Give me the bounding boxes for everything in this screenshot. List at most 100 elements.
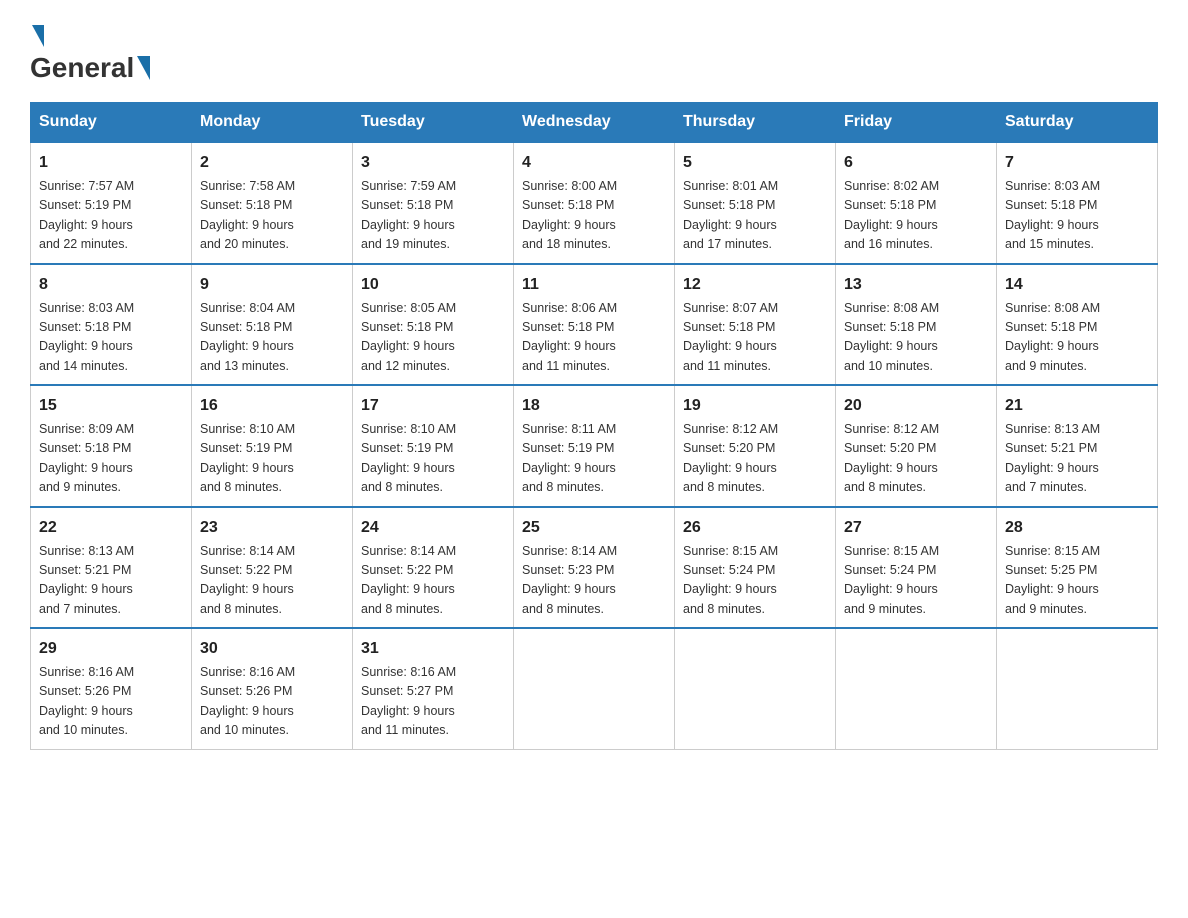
day-number: 21 <box>1005 394 1149 418</box>
calendar-day-cell: 14Sunrise: 8:08 AMSunset: 5:18 PMDayligh… <box>997 264 1158 386</box>
day-info: Sunrise: 8:14 AMSunset: 5:23 PMDaylight:… <box>522 542 666 620</box>
day-info: Sunrise: 8:12 AMSunset: 5:20 PMDaylight:… <box>683 420 827 498</box>
calendar-day-cell: 4Sunrise: 8:00 AMSunset: 5:18 PMDaylight… <box>514 142 675 264</box>
day-info: Sunrise: 8:13 AMSunset: 5:21 PMDaylight:… <box>1005 420 1149 498</box>
calendar-day-cell: 5Sunrise: 8:01 AMSunset: 5:18 PMDaylight… <box>675 142 836 264</box>
calendar-day-cell: 15Sunrise: 8:09 AMSunset: 5:18 PMDayligh… <box>31 385 192 507</box>
calendar-day-cell: 18Sunrise: 8:11 AMSunset: 5:19 PMDayligh… <box>514 385 675 507</box>
calendar-day-cell: 27Sunrise: 8:15 AMSunset: 5:24 PMDayligh… <box>836 507 997 629</box>
calendar-day-cell: 21Sunrise: 8:13 AMSunset: 5:21 PMDayligh… <box>997 385 1158 507</box>
col-header-tuesday: Tuesday <box>353 103 514 143</box>
day-info: Sunrise: 8:16 AMSunset: 5:26 PMDaylight:… <box>39 663 183 741</box>
day-number: 16 <box>200 394 344 418</box>
day-info: Sunrise: 7:57 AMSunset: 5:19 PMDaylight:… <box>39 177 183 255</box>
day-number: 23 <box>200 516 344 540</box>
day-number: 27 <box>844 516 988 540</box>
calendar-day-cell: 6Sunrise: 8:02 AMSunset: 5:18 PMDaylight… <box>836 142 997 264</box>
day-info: Sunrise: 8:08 AMSunset: 5:18 PMDaylight:… <box>844 299 988 377</box>
day-info: Sunrise: 8:14 AMSunset: 5:22 PMDaylight:… <box>361 542 505 620</box>
day-info: Sunrise: 8:14 AMSunset: 5:22 PMDaylight:… <box>200 542 344 620</box>
day-number: 26 <box>683 516 827 540</box>
day-info: Sunrise: 8:13 AMSunset: 5:21 PMDaylight:… <box>39 542 183 620</box>
day-number: 17 <box>361 394 505 418</box>
day-info: Sunrise: 8:10 AMSunset: 5:19 PMDaylight:… <box>361 420 505 498</box>
day-number: 1 <box>39 151 183 175</box>
day-info: Sunrise: 8:16 AMSunset: 5:26 PMDaylight:… <box>200 663 344 741</box>
calendar-day-cell: 29Sunrise: 8:16 AMSunset: 5:26 PMDayligh… <box>31 628 192 749</box>
calendar-day-cell: 16Sunrise: 8:10 AMSunset: 5:19 PMDayligh… <box>192 385 353 507</box>
calendar-day-cell: 20Sunrise: 8:12 AMSunset: 5:20 PMDayligh… <box>836 385 997 507</box>
day-number: 12 <box>683 273 827 297</box>
calendar-day-cell: 3Sunrise: 7:59 AMSunset: 5:18 PMDaylight… <box>353 142 514 264</box>
day-info: Sunrise: 8:03 AMSunset: 5:18 PMDaylight:… <box>1005 177 1149 255</box>
calendar-day-cell: 30Sunrise: 8:16 AMSunset: 5:26 PMDayligh… <box>192 628 353 749</box>
col-header-thursday: Thursday <box>675 103 836 143</box>
day-number: 6 <box>844 151 988 175</box>
day-number: 22 <box>39 516 183 540</box>
day-number: 9 <box>200 273 344 297</box>
day-number: 4 <box>522 151 666 175</box>
day-number: 13 <box>844 273 988 297</box>
calendar-day-cell: 9Sunrise: 8:04 AMSunset: 5:18 PMDaylight… <box>192 264 353 386</box>
day-info: Sunrise: 8:06 AMSunset: 5:18 PMDaylight:… <box>522 299 666 377</box>
day-number: 31 <box>361 637 505 661</box>
calendar-day-cell: 2Sunrise: 7:58 AMSunset: 5:18 PMDaylight… <box>192 142 353 264</box>
day-info: Sunrise: 8:11 AMSunset: 5:19 PMDaylight:… <box>522 420 666 498</box>
calendar-day-cell <box>836 628 997 749</box>
calendar-table: SundayMondayTuesdayWednesdayThursdayFrid… <box>30 102 1158 750</box>
calendar-day-cell: 10Sunrise: 8:05 AMSunset: 5:18 PMDayligh… <box>353 264 514 386</box>
calendar-day-cell: 25Sunrise: 8:14 AMSunset: 5:23 PMDayligh… <box>514 507 675 629</box>
page-header: General <box>30 20 1158 84</box>
calendar-day-cell: 22Sunrise: 8:13 AMSunset: 5:21 PMDayligh… <box>31 507 192 629</box>
calendar-day-cell: 13Sunrise: 8:08 AMSunset: 5:18 PMDayligh… <box>836 264 997 386</box>
col-header-friday: Friday <box>836 103 997 143</box>
calendar-day-cell <box>675 628 836 749</box>
col-header-wednesday: Wednesday <box>514 103 675 143</box>
day-info: Sunrise: 8:02 AMSunset: 5:18 PMDaylight:… <box>844 177 988 255</box>
day-info: Sunrise: 8:00 AMSunset: 5:18 PMDaylight:… <box>522 177 666 255</box>
day-info: Sunrise: 8:15 AMSunset: 5:25 PMDaylight:… <box>1005 542 1149 620</box>
calendar-day-cell: 8Sunrise: 8:03 AMSunset: 5:18 PMDaylight… <box>31 264 192 386</box>
day-number: 14 <box>1005 273 1149 297</box>
calendar-day-cell: 1Sunrise: 7:57 AMSunset: 5:19 PMDaylight… <box>31 142 192 264</box>
day-info: Sunrise: 8:15 AMSunset: 5:24 PMDaylight:… <box>844 542 988 620</box>
day-info: Sunrise: 8:15 AMSunset: 5:24 PMDaylight:… <box>683 542 827 620</box>
calendar-header-row: SundayMondayTuesdayWednesdayThursdayFrid… <box>31 103 1158 143</box>
logo: General <box>30 20 153 84</box>
calendar-day-cell: 26Sunrise: 8:15 AMSunset: 5:24 PMDayligh… <box>675 507 836 629</box>
day-number: 25 <box>522 516 666 540</box>
day-info: Sunrise: 8:05 AMSunset: 5:18 PMDaylight:… <box>361 299 505 377</box>
day-info: Sunrise: 8:07 AMSunset: 5:18 PMDaylight:… <box>683 299 827 377</box>
day-number: 7 <box>1005 151 1149 175</box>
calendar-day-cell: 11Sunrise: 8:06 AMSunset: 5:18 PMDayligh… <box>514 264 675 386</box>
day-info: Sunrise: 8:12 AMSunset: 5:20 PMDaylight:… <box>844 420 988 498</box>
calendar-week-row: 22Sunrise: 8:13 AMSunset: 5:21 PMDayligh… <box>31 507 1158 629</box>
calendar-day-cell: 24Sunrise: 8:14 AMSunset: 5:22 PMDayligh… <box>353 507 514 629</box>
calendar-day-cell <box>514 628 675 749</box>
calendar-day-cell: 17Sunrise: 8:10 AMSunset: 5:19 PMDayligh… <box>353 385 514 507</box>
day-number: 29 <box>39 637 183 661</box>
day-number: 18 <box>522 394 666 418</box>
day-number: 2 <box>200 151 344 175</box>
day-info: Sunrise: 8:04 AMSunset: 5:18 PMDaylight:… <box>200 299 344 377</box>
day-number: 15 <box>39 394 183 418</box>
day-number: 24 <box>361 516 505 540</box>
day-info: Sunrise: 8:09 AMSunset: 5:18 PMDaylight:… <box>39 420 183 498</box>
day-info: Sunrise: 8:08 AMSunset: 5:18 PMDaylight:… <box>1005 299 1149 377</box>
calendar-week-row: 8Sunrise: 8:03 AMSunset: 5:18 PMDaylight… <box>31 264 1158 386</box>
calendar-day-cell: 28Sunrise: 8:15 AMSunset: 5:25 PMDayligh… <box>997 507 1158 629</box>
day-info: Sunrise: 7:59 AMSunset: 5:18 PMDaylight:… <box>361 177 505 255</box>
logo-triangle-icon <box>137 56 150 80</box>
day-number: 19 <box>683 394 827 418</box>
logo-arrow-icon <box>32 25 44 47</box>
col-header-sunday: Sunday <box>31 103 192 143</box>
day-number: 20 <box>844 394 988 418</box>
day-number: 5 <box>683 151 827 175</box>
day-number: 11 <box>522 273 666 297</box>
col-header-saturday: Saturday <box>997 103 1158 143</box>
day-info: Sunrise: 8:10 AMSunset: 5:19 PMDaylight:… <box>200 420 344 498</box>
logo-general-text2: General <box>30 52 134 84</box>
day-number: 30 <box>200 637 344 661</box>
day-number: 3 <box>361 151 505 175</box>
day-number: 10 <box>361 273 505 297</box>
